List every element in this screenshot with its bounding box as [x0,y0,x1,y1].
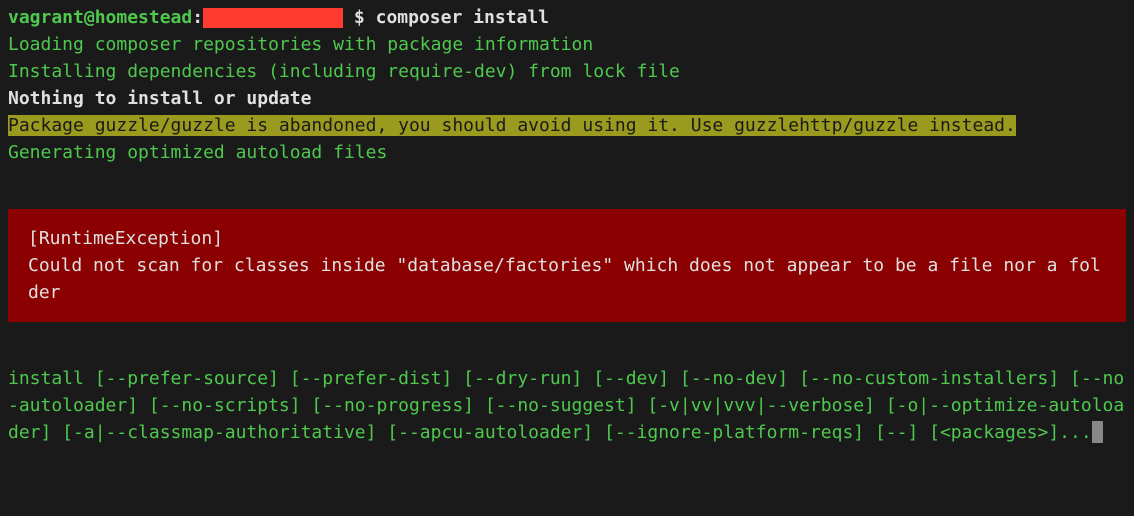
warning-text: Package guzzle/guzzle is abandoned, you … [8,115,1016,136]
output-line-2: Installing dependencies (including requi… [8,58,1126,85]
terminal-cursor [1092,421,1103,443]
prompt-user-host: vagrant@homestead [8,7,192,28]
error-title: [RuntimeException] [28,225,1106,252]
prompt-separator: : [192,7,203,28]
command-text: composer install [376,7,549,28]
blank-line-2 [8,338,1126,365]
error-box: [RuntimeException] Could not scan for cl… [8,209,1126,322]
output-line-3: Nothing to install or update [8,85,1126,112]
usage-line: install [--prefer-source] [--prefer-dist… [8,365,1126,446]
prompt-dollar: $ [343,7,376,28]
redacted-path [203,8,343,28]
prompt-line: vagrant@homestead: $ composer install [8,4,1126,31]
usage-text: install [--prefer-source] [--prefer-dist… [8,368,1124,443]
output-line-5: Generating optimized autoload files [8,139,1126,166]
output-warning: Package guzzle/guzzle is abandoned, you … [8,112,1126,139]
blank-line [8,166,1126,193]
terminal-output: vagrant@homestead: $ composer install Lo… [8,4,1126,446]
output-line-1: Loading composer repositories with packa… [8,31,1126,58]
error-message: Could not scan for classes inside "datab… [28,252,1106,306]
